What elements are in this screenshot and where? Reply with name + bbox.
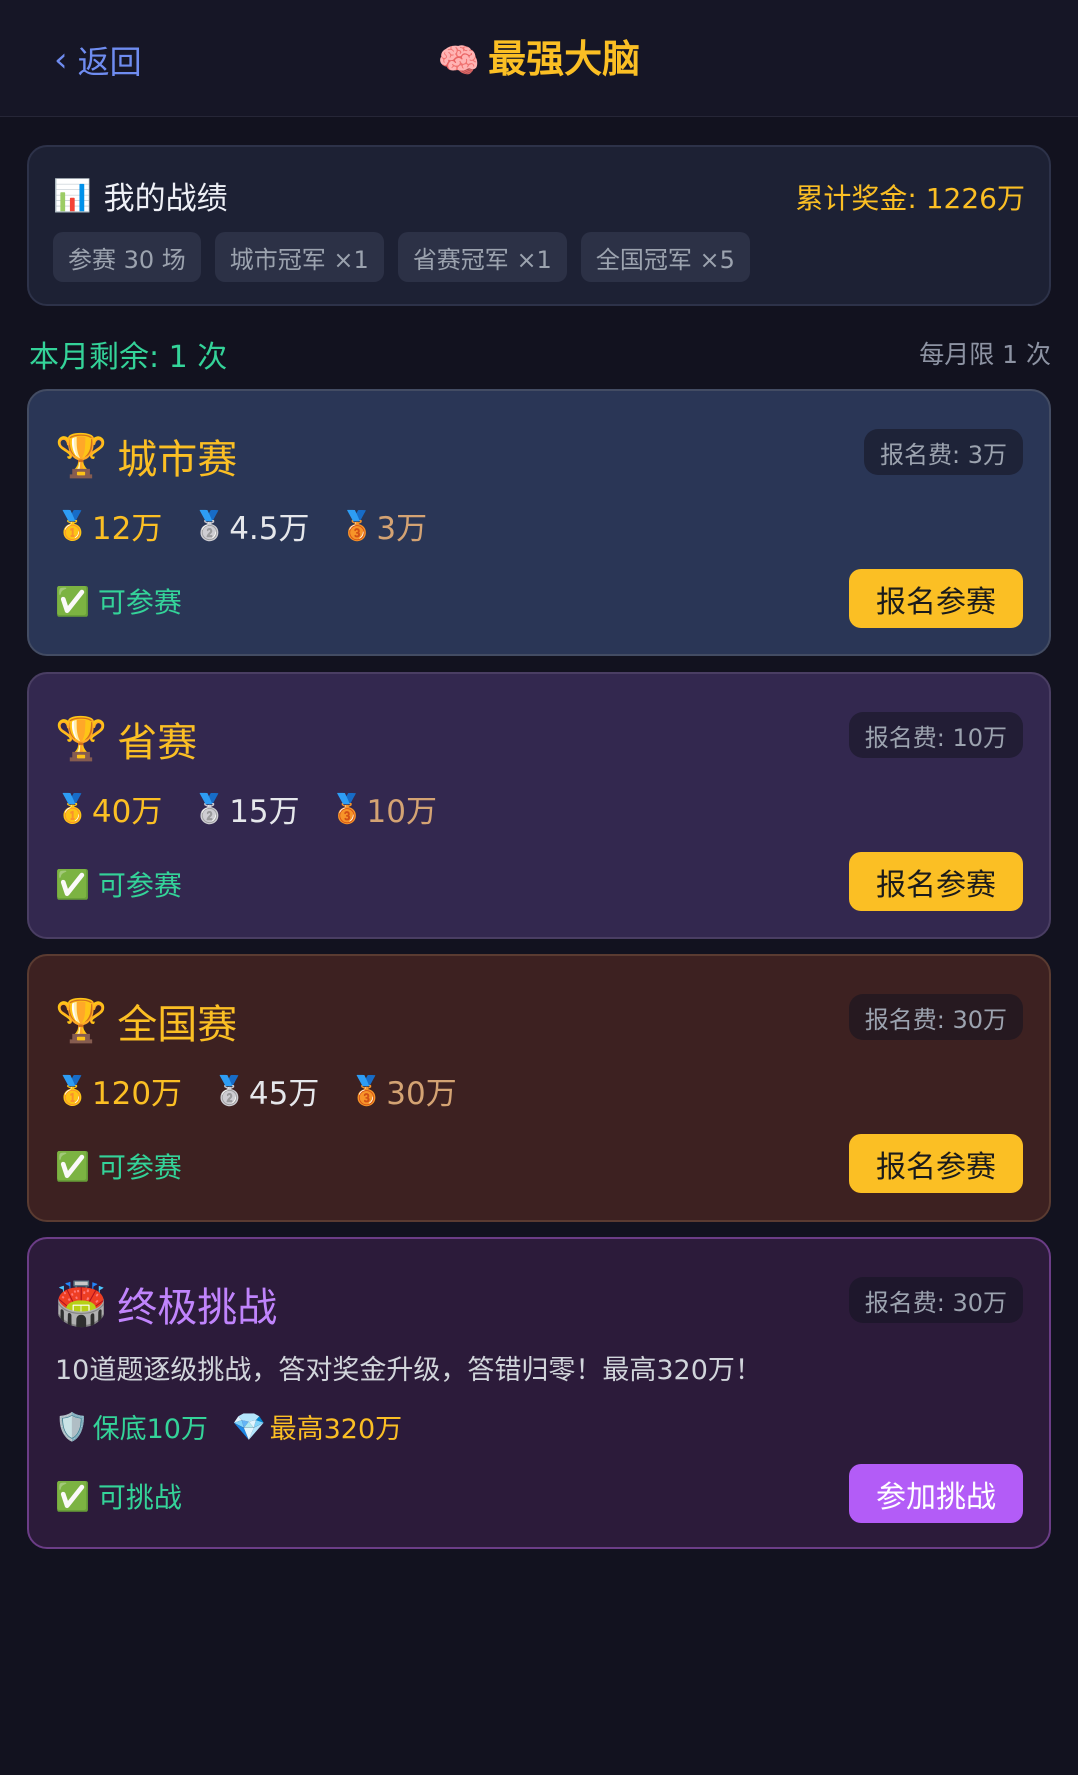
card-title: 🏟️ 终极挑战 xyxy=(55,1275,277,1333)
prize-amount: 45万 xyxy=(248,1076,320,1112)
status-text: 可参赛 xyxy=(97,869,182,902)
check-icon: ✅ xyxy=(55,867,90,901)
prize-second: 🥈 4.5万 xyxy=(192,503,309,548)
silver-medal-icon: 🥈 xyxy=(192,792,228,825)
eligibility-status: ✅ 可挑战 xyxy=(55,1476,182,1516)
bronze-medal-icon: 🥉 xyxy=(349,1074,385,1107)
bronze-medal-icon: 🥉 xyxy=(339,509,375,542)
competition-name: 省赛 xyxy=(117,720,198,766)
page-title: 🧠 最强大脑 xyxy=(0,34,1078,86)
trophy-icon: 🏆 xyxy=(55,431,108,480)
stats-title: 我的战绩 xyxy=(103,181,228,217)
total-prize: 累计奖金: 1226万 xyxy=(795,182,1025,215)
register-button-province[interactable]: 报名参赛 xyxy=(849,852,1023,911)
bar-chart-icon: 📊 xyxy=(53,178,92,214)
entry-fee-badge: 报名费: 30万 xyxy=(848,1277,1023,1323)
chip-province-champion: 省赛冠军 ×1 xyxy=(397,232,567,282)
competition-card-national: 🏆 全国赛 报名费: 30万 🥇 120万 🥈 45万 🥉 30万 ✅ 可参赛 … xyxy=(27,954,1051,1222)
prize-first: 🥇 120万 xyxy=(55,1068,182,1113)
prize-first: 🥇 12万 xyxy=(55,503,162,548)
challenge-reward-info: 🛡️ 保底10万 💎 最高320万 xyxy=(55,1407,402,1446)
remaining-count: 本月剩余: 1 次 xyxy=(29,340,228,375)
eligibility-status: ✅ 可参赛 xyxy=(55,581,182,621)
top-bar: ‹ 返回 🧠 最强大脑 xyxy=(0,0,1078,117)
challenge-name: 终极挑战 xyxy=(117,1285,278,1331)
trophy-icon: 🏆 xyxy=(55,996,108,1045)
gold-medal-icon: 🥇 xyxy=(55,509,90,542)
stadium-icon: 🏟️ xyxy=(55,1279,108,1328)
my-record-panel: 📊 我的战绩 累计奖金: 1226万 参赛 30 场 城市冠军 ×1 省赛冠军 … xyxy=(27,145,1051,306)
join-challenge-button[interactable]: 参加挑战 xyxy=(849,1464,1023,1523)
monthly-limit: 每月限 1 次 xyxy=(919,340,1051,369)
prize-list: 🥇 40万 🥈 15万 🥉 10万 xyxy=(55,786,437,831)
prize-amount: 40万 xyxy=(91,794,163,830)
prize-third: 🥉 30万 xyxy=(349,1068,456,1113)
status-text: 可挑战 xyxy=(97,1481,182,1514)
guaranteed-prize: 🛡️ 保底10万 xyxy=(55,1407,208,1446)
card-title: 🏆 城市赛 xyxy=(55,427,237,485)
card-title: 🏆 省赛 xyxy=(55,710,197,768)
prize-amount: 120万 xyxy=(91,1076,183,1112)
gold-medal-icon: 🥇 xyxy=(55,1074,90,1107)
challenge-description: 10道题逐级挑战，答对奖金升级，答错归零！最高320万！ xyxy=(55,1355,762,1386)
register-button-city[interactable]: 报名参赛 xyxy=(849,569,1023,628)
prize-amount: 4.5万 xyxy=(229,511,310,547)
max-prize: 💎 最高320万 xyxy=(232,1407,402,1446)
chip-matches: 参赛 30 场 xyxy=(53,232,201,282)
prize-third: 🥉 3万 xyxy=(340,503,428,548)
eligibility-status: ✅ 可参赛 xyxy=(55,1146,182,1186)
eligibility-status: ✅ 可参赛 xyxy=(55,864,182,904)
ultimate-challenge-card: 🏟️ 终极挑战 报名费: 30万 10道题逐级挑战，答对奖金升级，答错归零！最高… xyxy=(27,1237,1051,1549)
entry-fee-badge: 报名费: 10万 xyxy=(848,712,1023,758)
entry-fee-badge: 报名费: 30万 xyxy=(848,994,1023,1040)
max-prize-text: 最高320万 xyxy=(269,1414,403,1445)
bronze-medal-icon: 🥉 xyxy=(329,792,365,825)
chip-city-champion: 城市冠军 ×1 xyxy=(214,232,384,282)
chip-national-champion: 全国冠军 ×5 xyxy=(580,232,750,282)
guaranteed-prize-text: 保底10万 xyxy=(92,1414,208,1445)
prize-amount: 12万 xyxy=(91,511,163,547)
check-icon: ✅ xyxy=(55,1479,90,1513)
check-icon: ✅ xyxy=(55,1149,90,1183)
entry-fee-badge: 报名费: 3万 xyxy=(864,429,1023,475)
prize-list: 🥇 120万 🥈 45万 🥉 30万 xyxy=(55,1068,457,1113)
silver-medal-icon: 🥈 xyxy=(212,1074,247,1107)
prize-amount: 15万 xyxy=(229,794,300,830)
stats-heading: 📊 我的战绩 xyxy=(53,173,228,218)
prize-amount: 30万 xyxy=(386,1076,457,1112)
competition-card-city: 🏆 城市赛 报名费: 3万 🥇 12万 🥈 4.5万 🥉 3万 ✅ 可参赛 报名… xyxy=(27,389,1051,656)
competition-card-province: 🏆 省赛 报名费: 10万 🥇 40万 🥈 15万 🥉 10万 ✅ 可参赛 报名… xyxy=(27,672,1051,939)
trophy-icon: 🏆 xyxy=(55,714,108,763)
competition-name: 全国赛 xyxy=(117,1002,238,1048)
prize-list: 🥇 12万 🥈 4.5万 🥉 3万 xyxy=(55,503,427,548)
check-icon: ✅ xyxy=(55,584,90,618)
stats-chips: 参赛 30 场 城市冠军 ×1 省赛冠军 ×1 全国冠军 ×5 xyxy=(53,232,750,282)
silver-medal-icon: 🥈 xyxy=(192,509,228,542)
brain-icon: 🧠 xyxy=(437,41,481,81)
gold-medal-icon: 🥇 xyxy=(55,792,90,825)
card-title: 🏆 全国赛 xyxy=(55,992,237,1050)
register-button-national[interactable]: 报名参赛 xyxy=(849,1134,1023,1193)
status-text: 可参赛 xyxy=(97,586,182,619)
page-title-text: 最强大脑 xyxy=(488,37,641,81)
competition-name: 城市赛 xyxy=(117,437,238,483)
prize-amount: 10万 xyxy=(366,794,437,830)
prize-amount: 3万 xyxy=(376,511,428,547)
prize-second: 🥈 45万 xyxy=(212,1068,319,1113)
prize-third: 🥉 10万 xyxy=(330,786,437,831)
shield-icon: 🛡️ xyxy=(55,1411,89,1443)
prize-second: 🥈 15万 xyxy=(192,786,299,831)
prize-first: 🥇 40万 xyxy=(55,786,162,831)
diamond-icon: 💎 xyxy=(231,1411,266,1443)
status-text: 可参赛 xyxy=(97,1151,182,1184)
